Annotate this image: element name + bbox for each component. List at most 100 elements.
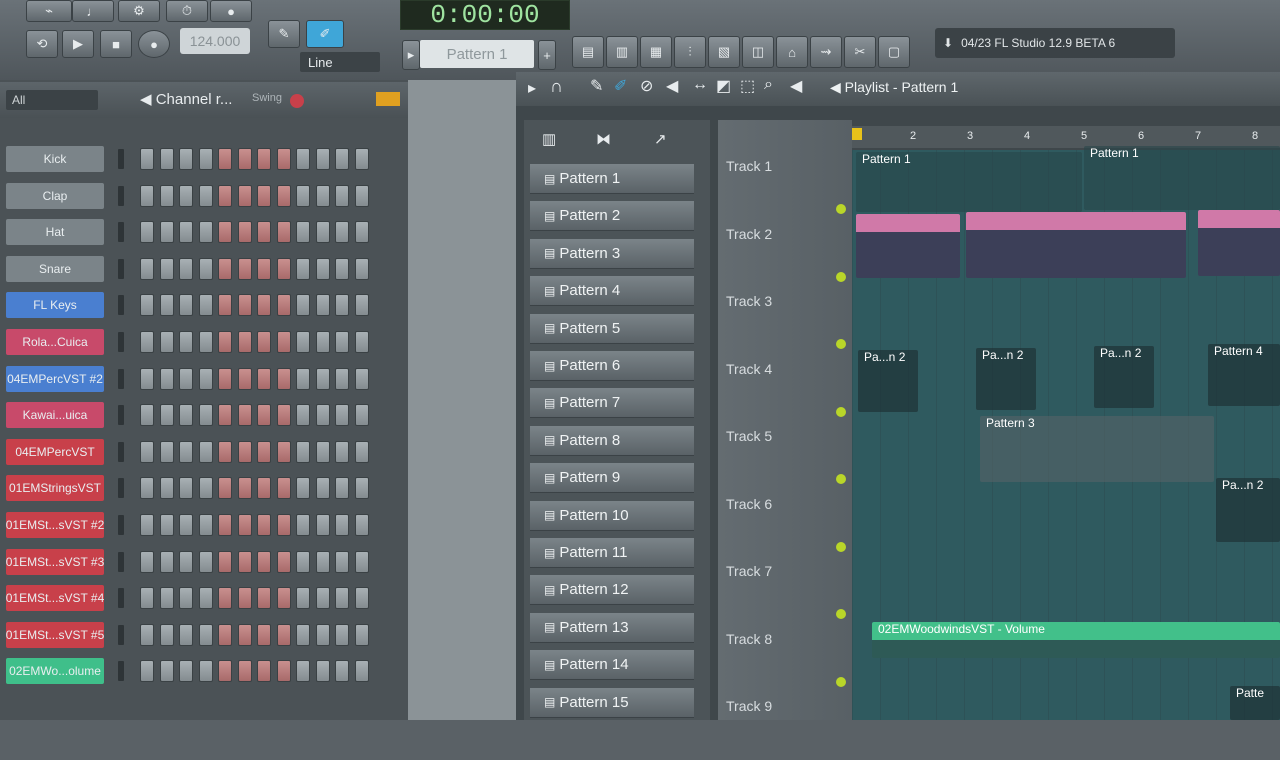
step-button[interactable] [335, 294, 349, 317]
track-enable-led[interactable] [836, 676, 846, 687]
step-button[interactable] [218, 331, 232, 353]
step-button[interactable] [354, 440, 369, 463]
step-button[interactable] [179, 623, 193, 646]
track-enable-led[interactable] [836, 204, 846, 214]
pencil-icon[interactable]: ✎ [268, 20, 300, 48]
clip-audio[interactable] [1198, 210, 1280, 276]
channel-mute-led[interactable] [118, 222, 124, 243]
step-button[interactable] [296, 477, 310, 500]
step-button[interactable] [198, 660, 213, 683]
step-button[interactable] [315, 184, 330, 207]
step-button[interactable] [218, 440, 232, 463]
channel-mute-led[interactable] [118, 588, 124, 609]
step-button[interactable] [198, 221, 213, 244]
step-button[interactable] [140, 331, 154, 353]
step-button[interactable] [198, 477, 213, 500]
channel-name-button[interactable]: Clap [6, 182, 104, 209]
step-button[interactable] [335, 367, 349, 390]
magnet-icon[interactable]: ∩ [550, 76, 563, 97]
pattern-list-item[interactable]: ▤ Pattern 6 [530, 351, 694, 381]
step-button[interactable] [159, 550, 174, 573]
step-button[interactable] [179, 367, 193, 390]
step-button[interactable] [257, 660, 271, 683]
track-header[interactable]: Track 4 [722, 357, 850, 423]
step-button[interactable] [218, 221, 232, 244]
step-button[interactable] [296, 221, 310, 244]
step-button[interactable] [179, 184, 193, 207]
step-button[interactable] [140, 257, 154, 280]
stop-icon[interactable]: ■ [100, 30, 132, 58]
step-button[interactable] [140, 184, 154, 207]
tool-icon[interactable]: ✂ [844, 36, 876, 68]
step-button[interactable] [296, 294, 310, 317]
step-button[interactable] [237, 587, 252, 610]
step-button[interactable] [218, 477, 232, 500]
step-button[interactable] [296, 148, 310, 170]
step-button[interactable] [276, 331, 291, 353]
track-header[interactable]: Track 9 [722, 694, 850, 760]
pattern-list-item[interactable]: ▤ Pattern 1 [530, 164, 694, 194]
channel-name-button[interactable]: 01EMSt...sVST #3 [6, 548, 104, 575]
step-button[interactable] [218, 404, 232, 427]
step-button[interactable] [257, 331, 271, 353]
pattern-list-item[interactable]: ▤ Pattern 14 [530, 650, 694, 681]
step-button[interactable] [315, 477, 330, 500]
playlist-icon[interactable]: ▤ [572, 36, 604, 68]
step-button[interactable] [198, 440, 213, 463]
arrow-right-icon[interactable]: ▸ [528, 78, 536, 98]
step-button[interactable] [179, 294, 193, 317]
channel-name-button[interactable]: Hat [6, 219, 104, 246]
pattern-list-item[interactable]: ▤ Pattern 12 [530, 575, 694, 606]
step-button[interactable] [179, 514, 193, 536]
step-button[interactable] [159, 477, 174, 500]
mute-tool-icon[interactable]: ◀ [666, 76, 678, 96]
step-button[interactable] [218, 514, 232, 536]
channel-mute-led[interactable] [118, 661, 124, 682]
track-enable-led[interactable] [836, 609, 846, 619]
clip-pattern1[interactable]: Pattern 1 [1084, 146, 1280, 210]
clip-pattern4[interactable]: Pattern 4 [1208, 344, 1280, 406]
step-button[interactable] [276, 660, 291, 683]
loop-icon[interactable]: ⟲ [26, 30, 58, 58]
step-button[interactable] [257, 184, 271, 207]
step-button[interactable] [140, 148, 154, 170]
slice-tool-icon[interactable]: ◩ [716, 76, 731, 96]
play-icon[interactable]: ▶ [62, 30, 94, 58]
step-button[interactable] [179, 550, 193, 573]
step-button[interactable] [179, 477, 193, 500]
step-button[interactable] [276, 257, 291, 280]
step-button[interactable] [335, 623, 349, 646]
channel-mute-led[interactable] [118, 258, 124, 279]
step-button[interactable] [354, 660, 369, 683]
step-button[interactable] [237, 148, 252, 170]
step-button[interactable] [237, 550, 252, 573]
step-button[interactable] [159, 257, 174, 280]
step-button[interactable] [276, 440, 291, 463]
delete-tool-icon[interactable]: ⊘ [640, 76, 653, 96]
step-button[interactable] [354, 221, 369, 244]
clip-pattern2[interactable]: Pa...n 2 [858, 350, 918, 412]
step-button[interactable] [179, 440, 193, 463]
channel-name-button[interactable]: FL Keys [6, 292, 104, 319]
step-button[interactable] [257, 623, 271, 646]
pattern-list-item[interactable]: ▤ Pattern 8 [530, 425, 694, 456]
step-button[interactable] [237, 184, 252, 207]
step-button[interactable] [198, 257, 213, 280]
step-button[interactable] [198, 514, 213, 536]
step-button[interactable] [276, 221, 291, 244]
step-button[interactable] [159, 221, 174, 244]
clip-pattern2[interactable]: Pa...n 2 [1094, 346, 1154, 408]
wait-icon[interactable]: ⏱ [166, 0, 208, 22]
step-button[interactable] [276, 550, 291, 573]
step-button[interactable] [354, 367, 369, 390]
clip-audio[interactable] [966, 212, 1186, 278]
bpm-display[interactable]: 124.000 [180, 28, 250, 54]
channel-name-button[interactable]: 01EMStringsVST [6, 475, 104, 502]
step-button[interactable] [179, 587, 193, 610]
step-button[interactable] [315, 331, 330, 353]
channel-name-button[interactable]: Kick [6, 146, 104, 172]
step-button[interactable] [198, 331, 213, 353]
pattern-list-item[interactable]: ▤ Pattern 2 [530, 201, 694, 232]
step-button[interactable] [354, 257, 369, 280]
step-button[interactable] [354, 550, 369, 573]
